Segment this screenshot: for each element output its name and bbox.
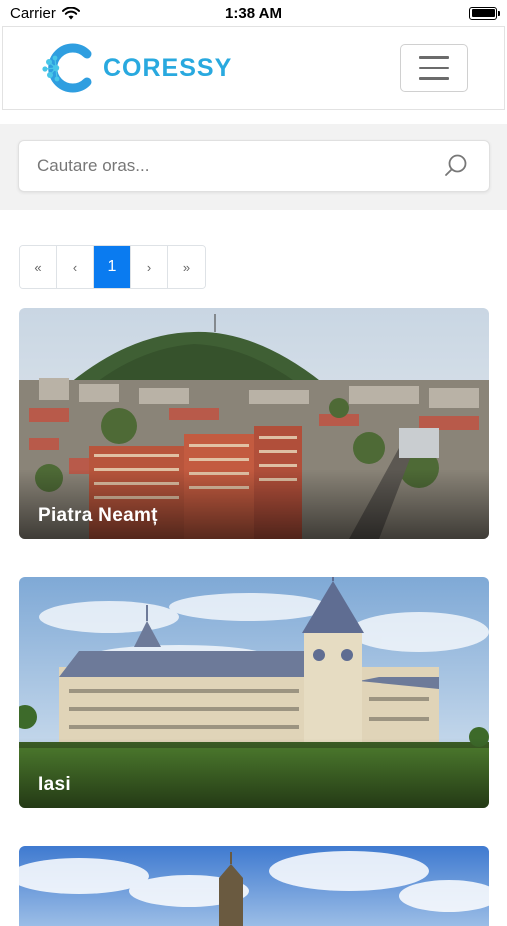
search-section (0, 124, 507, 210)
status-left: Carrier (10, 5, 80, 22)
city-card[interactable]: Piatra Neamț (19, 308, 489, 539)
battery-icon (469, 6, 500, 20)
logo[interactable]: CORESSY (41, 42, 232, 94)
search-box (18, 140, 490, 192)
pagination: « ‹ 1 › » (19, 245, 206, 289)
status-bar: Carrier 1:38 AM (0, 0, 507, 26)
wifi-icon (61, 6, 80, 19)
carrier-label: Carrier (10, 4, 56, 22)
page-current-button[interactable]: 1 (94, 246, 131, 288)
search-icon[interactable] (443, 153, 469, 179)
logo-text: CORESSY (103, 53, 233, 82)
page-first-button[interactable]: « (20, 246, 57, 288)
page-last-button[interactable]: » (168, 246, 205, 288)
city-name: Piatra Neamț (38, 505, 158, 526)
hamburger-menu-button[interactable] (400, 44, 468, 92)
city-card[interactable] (19, 846, 489, 926)
city-name: Iasi (38, 774, 71, 795)
search-input[interactable] (37, 156, 443, 176)
page-prev-button[interactable]: ‹ (57, 246, 94, 288)
city-photo (19, 846, 489, 926)
hamburger-menu-icon (419, 56, 449, 59)
app-header: CORESSY (2, 26, 505, 110)
page-next-button[interactable]: › (131, 246, 168, 288)
city-card[interactable]: Iasi (19, 577, 489, 808)
coressy-logo-icon (42, 43, 92, 93)
